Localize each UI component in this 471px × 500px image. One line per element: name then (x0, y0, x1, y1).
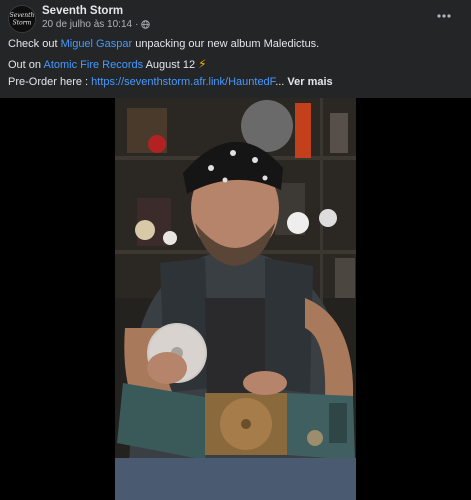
video-player[interactable] (115, 98, 356, 500)
page-name-link[interactable]: Seventh Storm (42, 5, 123, 17)
post-header: Seventh Storm Seventh Storm 20 de julho … (0, 0, 471, 98)
meta-separator: · (135, 19, 139, 30)
see-more-button[interactable]: Ver mais (287, 76, 332, 88)
ellipsis: ... (275, 76, 285, 88)
post-text-line-1: Check out Miguel Gaspar unpacking our ne… (8, 38, 319, 50)
post-text-line-2: Out on Atomic Fire Records August 12 ⚡ (8, 57, 207, 71)
text-segment: Out on (8, 59, 44, 71)
video-frame (115, 98, 356, 500)
avatar-logo-line1: Seventh (10, 12, 35, 19)
text-segment: unpacking our new album Maledictus. (132, 38, 320, 50)
page-logo: Seventh Storm (9, 6, 35, 32)
post-text-line-3: Pre-Order here : https://seventhstorm.af… (8, 76, 333, 88)
more-options-icon[interactable] (436, 8, 452, 24)
text-segment: Check out (8, 38, 61, 50)
text-segment: Pre-Order here : (8, 76, 92, 88)
page-avatar[interactable]: Seventh Storm (8, 5, 36, 33)
mention-link-miguel[interactable]: Miguel Gaspar (61, 38, 133, 50)
mention-link-atomic-fire[interactable]: Atomic Fire Records (43, 59, 143, 71)
lightning-emoji: ⚡ (198, 57, 207, 71)
preorder-link[interactable]: https://seventhstorm.afr.link/HauntedF (91, 76, 275, 88)
post-timestamp[interactable]: 20 de julho às 10:14 (42, 19, 132, 30)
post-meta: 20 de julho às 10:14 · (42, 19, 151, 30)
avatar-logo-line2: Storm (13, 20, 32, 27)
facebook-post: Seventh Storm Seventh Storm 20 de julho … (0, 0, 471, 500)
globe-icon (141, 20, 151, 29)
text-segment: August 12 (143, 59, 199, 71)
